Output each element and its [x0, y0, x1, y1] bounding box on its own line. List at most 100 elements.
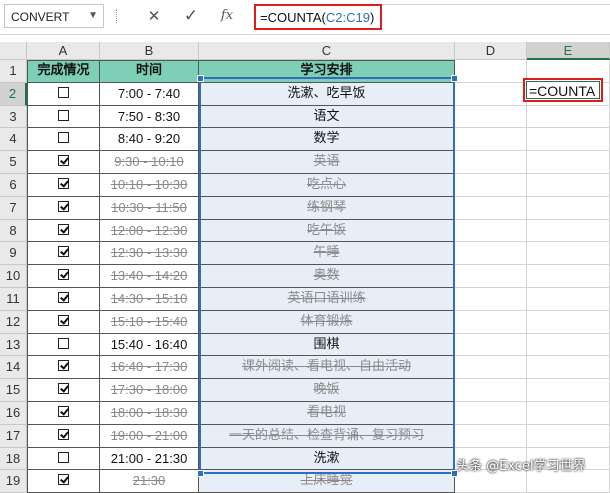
cell-a11[interactable] — [27, 288, 100, 311]
cell-e8[interactable] — [527, 219, 610, 243]
cell-c11-plan[interactable]: 英语口语训练 — [199, 288, 455, 311]
cell-c8-plan[interactable]: 吃午饭 — [199, 219, 455, 243]
row-header-5[interactable]: 5 — [0, 151, 27, 174]
cell-c13-plan[interactable]: 围棋 — [199, 333, 455, 357]
checkbox-unchecked[interactable] — [58, 451, 69, 463]
cell-d14[interactable] — [455, 356, 527, 380]
checkbox-checked[interactable] — [58, 246, 69, 258]
cell-e17[interactable] — [527, 424, 610, 448]
cell-a8[interactable] — [27, 219, 100, 243]
cell-a18[interactable] — [27, 447, 100, 471]
cell-c3-plan[interactable]: 语文 — [199, 105, 455, 129]
row-header-3[interactable]: 3 — [0, 105, 27, 129]
cell-d13[interactable] — [455, 333, 527, 357]
cell-a6[interactable] — [27, 174, 100, 197]
cell-e15[interactable] — [527, 379, 610, 402]
cell-e4[interactable] — [527, 128, 610, 152]
cell-c15-plan[interactable]: 晚饭 — [199, 379, 455, 402]
checkbox-checked[interactable] — [58, 269, 69, 281]
cell-b18-time[interactable]: 21:00 - 21:30 — [100, 447, 199, 471]
row-header-19[interactable]: 19 — [0, 470, 27, 493]
insert-function-button[interactable]: fx — [212, 4, 242, 28]
checkbox-checked[interactable] — [58, 178, 69, 189]
cell-d7[interactable] — [455, 196, 527, 220]
cell-d6[interactable] — [455, 174, 527, 197]
cell-d10[interactable] — [455, 265, 527, 288]
cell-a7[interactable] — [27, 196, 100, 220]
cell-a3[interactable] — [27, 105, 100, 129]
checkbox-checked[interactable] — [58, 155, 69, 167]
row-header-15[interactable]: 15 — [0, 379, 27, 402]
range-handle-top-right[interactable] — [451, 75, 458, 82]
cell-c5-plan[interactable]: 英语 — [199, 151, 455, 174]
checkbox-unchecked[interactable] — [58, 132, 69, 144]
row-header-14[interactable]: 14 — [0, 356, 27, 380]
cell-e13[interactable] — [527, 333, 610, 357]
cell-e6[interactable] — [527, 174, 610, 197]
row-header-12[interactable]: 12 — [0, 310, 27, 334]
cell-e5[interactable] — [527, 151, 610, 174]
cell-c7-plan[interactable]: 练钢琴 — [199, 196, 455, 220]
cell-d12[interactable] — [455, 310, 527, 334]
column-header-c[interactable]: C — [199, 42, 455, 60]
cell-d16[interactable] — [455, 402, 527, 425]
cell-b8-time[interactable]: 12:00 - 12:30 — [100, 219, 199, 243]
row-header-9[interactable]: 9 — [0, 242, 27, 266]
cell-b15-time[interactable]: 17:30 - 18:00 — [100, 379, 199, 402]
checkbox-checked[interactable] — [58, 406, 69, 417]
row-header-13[interactable]: 13 — [0, 333, 27, 357]
cell-e10[interactable] — [527, 265, 610, 288]
cell-a19[interactable] — [27, 470, 100, 493]
checkbox-checked[interactable] — [58, 474, 69, 486]
row-header-11[interactable]: 11 — [0, 288, 27, 311]
cell-e3[interactable] — [527, 105, 610, 129]
cell-d17[interactable] — [455, 424, 527, 448]
chevron-down-icon[interactable]: ▼ — [88, 10, 98, 21]
cell-c9-plan[interactable]: 午睡 — [199, 242, 455, 266]
cell-b13-time[interactable]: 15:40 - 16:40 — [100, 333, 199, 357]
cell-d3[interactable] — [455, 105, 527, 129]
cell-d5[interactable] — [455, 151, 527, 174]
cell-c17-plan[interactable]: 一天的总结、检查背诵、复习预习 — [199, 424, 455, 448]
cell-a4[interactable] — [27, 128, 100, 152]
formula-input-extension[interactable] — [382, 4, 610, 29]
cell-c16-plan[interactable]: 看电视 — [199, 402, 455, 425]
cell-c19-plan[interactable]: 上床睡觉 — [199, 470, 455, 493]
column-header-e[interactable]: E — [527, 42, 610, 60]
cell-c4-plan[interactable]: 数学 — [199, 128, 455, 152]
cell-c12-plan[interactable]: 体育锻炼 — [199, 310, 455, 334]
row-header-4[interactable]: 4 — [0, 128, 27, 152]
cell-b10-time[interactable]: 13:40 - 14:20 — [100, 265, 199, 288]
column-header-a[interactable]: A — [27, 42, 100, 60]
cell-a9[interactable] — [27, 242, 100, 266]
cell-b16-time[interactable]: 18:00 - 18:30 — [100, 402, 199, 425]
cell-d2[interactable] — [455, 82, 527, 106]
cell-d4[interactable] — [455, 128, 527, 152]
cell-a16[interactable] — [27, 402, 100, 425]
cell-d11[interactable] — [455, 288, 527, 311]
cell-c6-plan[interactable]: 吃点心 — [199, 174, 455, 197]
range-handle-top-left[interactable] — [197, 75, 204, 82]
checkbox-checked[interactable] — [58, 200, 69, 212]
cell-e14[interactable] — [527, 356, 610, 380]
cell-b9-time[interactable]: 12:30 - 13:30 — [100, 242, 199, 266]
cell-a10[interactable] — [27, 265, 100, 288]
cell-b17-time[interactable]: 19:00 - 21:00 — [100, 424, 199, 448]
column-header-b[interactable]: B — [100, 42, 199, 60]
cell-e12[interactable] — [527, 310, 610, 334]
cell-c14-plan[interactable]: 课外阅读、看电视、自由活动 — [199, 356, 455, 380]
cell-a5[interactable] — [27, 151, 100, 174]
cell-e7[interactable] — [527, 196, 610, 220]
select-all-corner[interactable] — [0, 42, 27, 60]
cell-c10-plan[interactable]: 奥数 — [199, 265, 455, 288]
checkbox-checked[interactable] — [58, 223, 69, 235]
column-header-d[interactable]: D — [455, 42, 527, 60]
cell-b6-time[interactable]: 10:10 - 10:30 — [100, 174, 199, 197]
cell-a12[interactable] — [27, 310, 100, 334]
row-header-10[interactable]: 10 — [0, 265, 27, 288]
cell-e16[interactable] — [527, 402, 610, 425]
cell-e9[interactable] — [527, 242, 610, 266]
cell-e11[interactable] — [527, 288, 610, 311]
range-handle-bottom-left[interactable] — [197, 470, 204, 477]
cell-a14[interactable] — [27, 356, 100, 380]
